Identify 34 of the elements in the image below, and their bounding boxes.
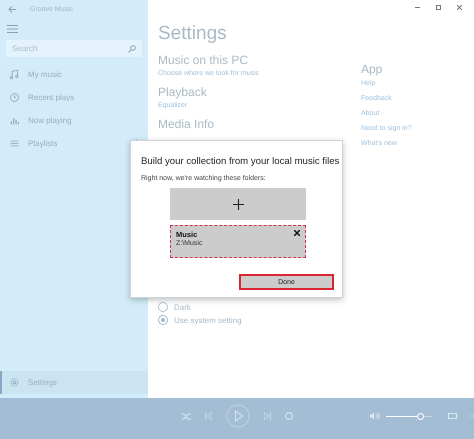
search-field[interactable]: Search <box>6 40 142 57</box>
plus-icon <box>232 198 244 210</box>
radio-label: Use system setting <box>174 316 242 324</box>
section-title: Music on this PC <box>158 53 250 67</box>
add-folder-button[interactable] <box>170 188 306 220</box>
page-title: Settings <box>158 23 228 45</box>
radio-button[interactable] <box>158 302 168 312</box>
bar-chart-icon <box>9 115 20 126</box>
section-title: Playback <box>158 85 208 99</box>
play-icon[interactable] <box>226 404 250 428</box>
next-icon[interactable] <box>264 412 271 420</box>
nav-item[interactable]: My music <box>0 63 148 86</box>
shuffle-icon[interactable] <box>182 412 191 420</box>
music-note-icon <box>9 69 20 80</box>
dialog-title: Build your collection from your local music files <box>141 156 340 168</box>
nav-item[interactable]: Recent plays <box>0 86 148 109</box>
radio-button[interactable] <box>158 315 168 325</box>
volume-icon[interactable] <box>370 412 380 420</box>
previous-icon[interactable] <box>205 412 212 420</box>
list-icon <box>9 138 20 149</box>
maximize-icon[interactable] <box>436 5 441 10</box>
back-icon[interactable] <box>8 6 16 12</box>
minimize-icon[interactable] <box>415 5 420 10</box>
close-icon[interactable] <box>294 230 300 236</box>
search-icon[interactable] <box>128 44 136 52</box>
menu-icon[interactable] <box>7 25 18 33</box>
section-title: App <box>361 62 384 76</box>
nav-item[interactable]: Now playing <box>0 109 148 132</box>
gear-icon <box>9 377 20 388</box>
clock-icon <box>9 92 20 103</box>
radio-label: Dark <box>174 302 191 312</box>
miniplayer-icon[interactable] <box>448 413 457 419</box>
repeat-icon[interactable] <box>285 412 293 420</box>
section-title: Media Info <box>158 117 216 131</box>
